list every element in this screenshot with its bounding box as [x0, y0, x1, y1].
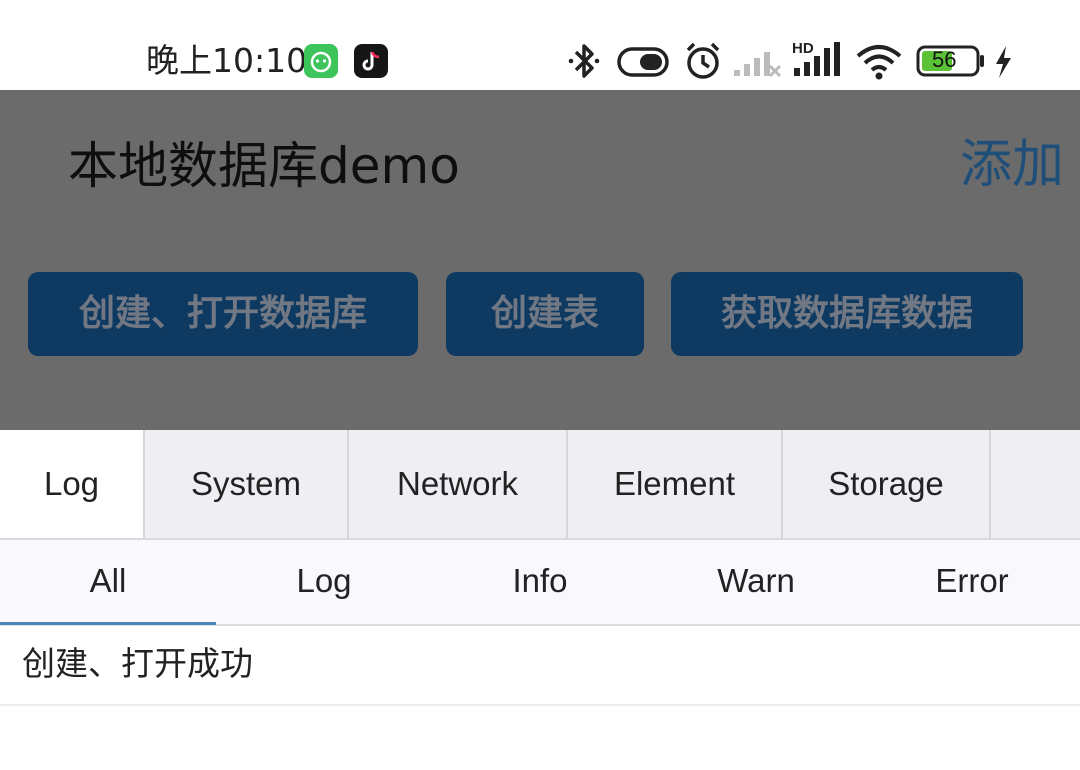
signal-weak-icon: [734, 52, 782, 78]
toggle-icon: [617, 47, 669, 77]
log-entry-text: 创建、打开成功: [22, 644, 253, 683]
filter-all[interactable]: All: [0, 540, 216, 624]
tab-storage[interactable]: Storage: [783, 430, 991, 538]
app-bar: 本地数据库demo 添加: [0, 90, 1080, 244]
filter-info[interactable]: Info: [432, 540, 648, 624]
active-filter-indicator: [0, 622, 216, 625]
page-title: 本地数据库demo: [68, 137, 460, 195]
filter-log[interactable]: Log: [216, 540, 432, 624]
log-entry[interactable]: 创建、打开成功: [0, 626, 1080, 706]
create-table-button[interactable]: 创建表: [446, 272, 644, 356]
charging-icon: [996, 46, 1011, 78]
tab-system[interactable]: System: [145, 430, 349, 538]
create-open-db-button[interactable]: 创建、打开数据库: [28, 272, 418, 356]
tab-network[interactable]: Network: [349, 430, 568, 538]
svg-text:HD: HD: [792, 40, 814, 57]
filter-warn[interactable]: Warn: [648, 540, 864, 624]
status-bar: 晚上10:10 HD 56: [0, 0, 1080, 90]
tiktok-icon: [354, 44, 388, 78]
log-filter-tabs: All Log Info Warn Error: [0, 540, 1080, 626]
status-time: 晚上10:10: [146, 41, 308, 80]
devtools-tabs: Log System Network Element Storage: [0, 430, 1080, 540]
tab-element[interactable]: Element: [568, 430, 783, 538]
action-area: 创建、打开数据库 创建表 获取数据库数据: [0, 244, 1080, 430]
fetch-db-data-button[interactable]: 获取数据库数据: [671, 272, 1023, 356]
green-app-icon: [304, 44, 338, 78]
hd-signal-icon: HD: [792, 40, 840, 76]
tab-log[interactable]: Log: [0, 430, 145, 538]
battery-level: 56: [932, 47, 957, 72]
add-button[interactable]: 添加: [960, 134, 1064, 196]
filter-error[interactable]: Error: [864, 540, 1080, 624]
alarm-icon: [686, 42, 720, 79]
wifi-icon: [856, 45, 902, 80]
bluetooth-icon: [568, 44, 600, 78]
